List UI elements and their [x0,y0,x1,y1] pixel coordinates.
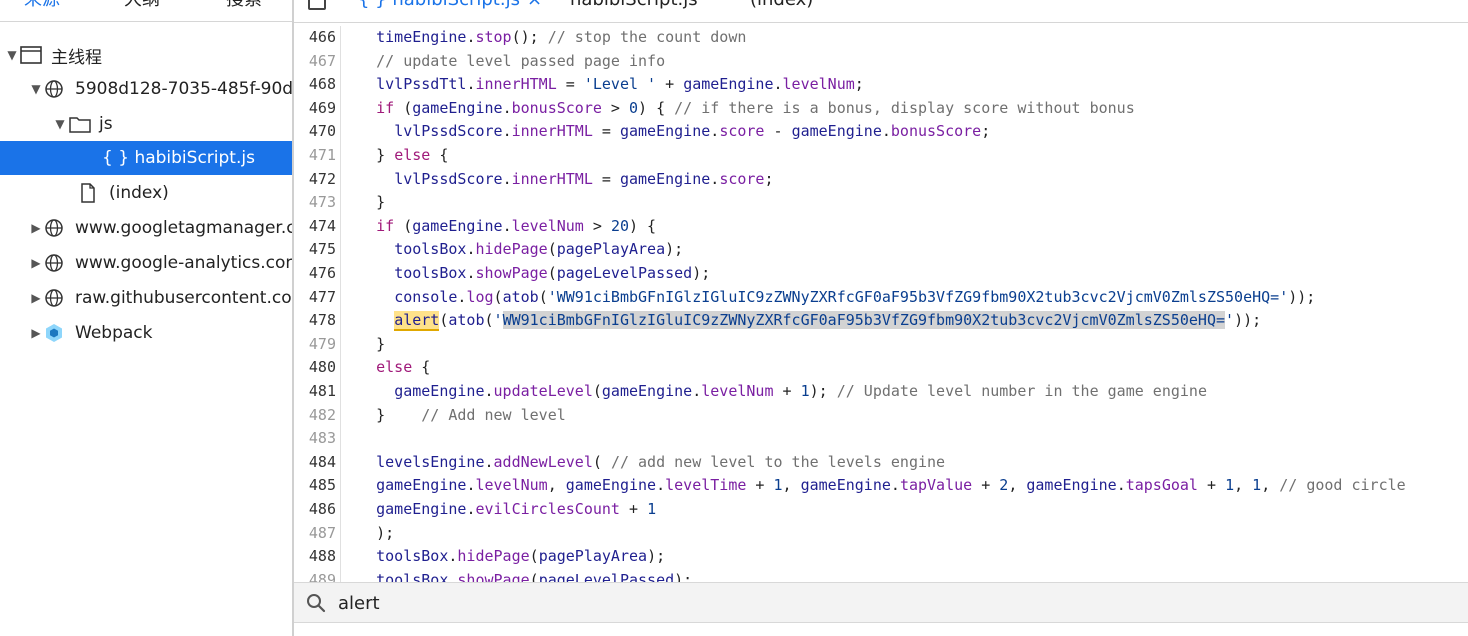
editor-tabs-divider [294,22,1468,23]
tab-search[interactable]: 搜索 [226,0,262,12]
expand-triangle-icon[interactable]: ▼ [4,48,20,62]
code-line: lvlPssdScore.innerHTML = gameEngine.scor… [394,122,991,141]
search-icon [306,593,326,613]
code-line: } [340,334,386,353]
editor-tab-index[interactable]: (index) [750,0,813,12]
line-number[interactable]: 472 [294,168,336,192]
tree-item-js-folder[interactable]: ▼ js [0,107,292,141]
collapse-triangle-icon[interactable]: ▶ [28,326,44,340]
expand-triangle-icon[interactable]: ▼ [28,82,44,96]
line-number[interactable]: 469 [294,97,336,121]
code-line: } // Add new level [340,405,566,424]
tabs-divider [0,21,292,22]
code-line: toolsBox.hidePage(pagePlayArea); [376,547,666,566]
code-line: gameEngine.updateLevel(gameEngine.levelN… [394,382,1207,400]
tree-item-label: raw.githubusercontent.co [75,288,292,308]
code-line: timeEngine.stop(); // stop the count dow… [376,28,747,46]
editor-tab-habibiscript-pretty[interactable]: { } habibiScript.js [358,0,520,12]
line-number[interactable]: 484 [294,451,336,475]
code-line: toolsBox.showPage(pageLevelPassed); [376,570,693,582]
editor-tab-habibiscript[interactable]: habibiScript.js [570,0,698,12]
file-icon [78,183,102,203]
folder-icon [68,114,92,134]
line-number[interactable]: 471 [294,144,336,168]
line-number[interactable]: 481 [294,380,336,404]
code-line: // update level passed page info [376,51,666,70]
tree-item-habibiscript[interactable]: { } habibiScript.js [0,141,292,175]
line-number[interactable]: 483 [294,427,336,451]
globe-icon [44,253,68,273]
tab-sources[interactable]: 来源 [24,0,60,12]
close-tab-icon[interactable]: × [527,0,542,12]
code-line: ); [340,523,395,542]
tree-item-githubusercontent[interactable]: ▶ raw.githubusercontent.co [0,281,292,315]
tree-item-label: (index) [109,183,169,203]
code-editor-panel: { } habibiScript.js habibiScript.js (ind… [294,0,1468,636]
code-line: lvlPssdScore.innerHTML = gameEngine.scor… [394,169,774,188]
line-number[interactable]: 473 [294,191,336,215]
line-number[interactable]: 475 [294,238,336,262]
line-number[interactable]: 468 [294,73,336,97]
search-bar [294,582,1468,623]
code-line: console.log(atob('WW91ciBmbGFnIGlzIGluIC… [394,287,1316,306]
search-input[interactable] [338,591,738,615]
code-line: toolsBox.hidePage(pagePlayArea); [394,240,684,259]
tree-item-label: Webpack [75,323,153,343]
line-number[interactable]: 486 [294,498,336,522]
tree-item-label: { } habibiScript.js [102,148,255,168]
line-number[interactable]: 485 [294,474,336,498]
line-number[interactable]: 480 [294,356,336,380]
editor-tabs: { } habibiScript.js habibiScript.js (ind… [294,0,1468,20]
line-number[interactable]: 478 [294,309,336,333]
line-number[interactable]: 476 [294,262,336,286]
code-line: if (gameEngine.bonusScore > 0) { // if t… [376,98,1135,117]
globe-icon [44,288,68,308]
tree-item-google-analytics[interactable]: ▶ www.google-analytics.con [0,246,292,280]
tree-item-label: www.googletagmanager.c [75,218,292,238]
sources-navigator: 来源 大纲 搜索 ▼ 主线程 ▼ 5908d128-7035-485f-90d … [0,0,292,636]
expand-triangle-icon[interactable]: ▼ [52,117,68,131]
line-number[interactable]: 477 [294,286,336,310]
line-number[interactable]: 466 [294,26,336,50]
code-line: } [340,193,386,212]
tree-item-googletagmanager[interactable]: ▶ www.googletagmanager.c [0,211,292,245]
navigator-tabs: 来源 大纲 搜索 [0,0,292,20]
line-number[interactable]: 467 [294,50,336,74]
code-line: } else { [376,146,449,164]
tree-item-label: 主线程 [51,47,102,68]
tree-item-main-thread[interactable]: ▼ 主线程 [0,38,292,72]
window-icon [20,45,44,65]
line-number[interactable]: 487 [294,522,336,546]
line-number-gutter: 466 467 468 469 470 471 472 473 474 475 476 477 478 4… [294,26,341,589]
tree-item-domain[interactable]: ▼ 5908d128-7035-485f-90d [0,72,292,106]
line-number[interactable]: 470 [294,120,336,144]
tab-outline[interactable]: 大纲 [124,0,160,12]
code-line: alert(atob('WW91ciBmbGFnIGlzIGluIC9zZWNy… [394,311,1262,332]
line-number[interactable]: 488 [294,545,336,569]
tree-item-label: www.google-analytics.con [75,253,292,273]
code-line: if (gameEngine.levelNum > 20) { [376,216,657,235]
code-line: toolsBox.showPage(pageLevelPassed); [394,264,711,282]
line-number[interactable]: 474 [294,215,336,239]
line-number[interactable]: 479 [294,333,336,357]
code-line: gameEngine.levelNum, gameEngine.levelTim… [376,476,1406,495]
tree-item-label: js [99,114,113,134]
code-line: gameEngine.evilCirclesCount + 1 [376,500,657,518]
collapse-triangle-icon[interactable]: ▶ [28,256,44,270]
code-line: lvlPssdTtl.innerHTML = 'Level ' + gameEn… [376,75,864,94]
collapse-triangle-icon[interactable]: ▶ [28,291,44,305]
code-line: levelsEngine.addNewLevel( // add new lev… [376,452,946,471]
code-line: else { [376,358,431,377]
tree-item-index[interactable]: (index) [0,176,292,210]
globe-icon [44,218,68,238]
tree-item-label: 5908d128-7035-485f-90d [75,79,292,99]
tree-item-webpack[interactable]: ▶ Webpack [0,316,292,350]
webpack-icon [44,323,68,343]
status-strip [294,622,1468,636]
line-number[interactable]: 482 [294,404,336,428]
code-area[interactable]: timeEngine.stop(); // stop the count dow… [340,26,1468,582]
collapse-triangle-icon[interactable]: ▶ [28,221,44,235]
globe-icon [44,79,68,99]
